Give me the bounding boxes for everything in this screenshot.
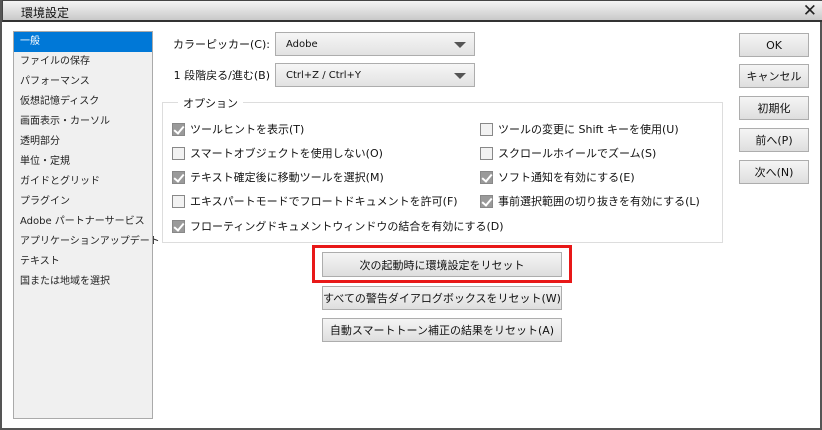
undo-redo-dropdown[interactable]: Ctrl+Z / Ctrl+Y — [275, 63, 475, 87]
checkbox-expert-floating-docs[interactable]: エキスパートモードでフロートドキュメントを許可(F) — [172, 193, 458, 209]
checkbox-checked[interactable] — [480, 194, 493, 208]
checkbox-checked[interactable] — [172, 219, 185, 233]
checkbox-shift-tool-switch[interactable]: ツールの変更に Shift キーを使用(U) — [480, 121, 679, 137]
checkbox-soft-notifications[interactable]: ソフト通知を有効にする(E) — [480, 169, 635, 185]
checkbox-checked[interactable] — [172, 170, 185, 184]
checkbox-label: フローティングドキュメントウィンドウの結合を有効にする(D) — [190, 220, 504, 233]
ok-button[interactable]: OK — [739, 33, 809, 57]
checkbox-unchecked[interactable] — [172, 194, 185, 208]
sidebar-item-transparency[interactable]: 透明部分 — [14, 132, 152, 152]
next-button[interactable]: 次へ(N) — [739, 160, 809, 184]
sidebar-item-general[interactable]: 一般 — [14, 32, 152, 52]
sidebar-item-plugins[interactable]: プラグイン — [14, 192, 152, 212]
checkbox-label: ツールヒントを表示(T) — [190, 123, 305, 136]
checkbox-zoom-scroll-wheel[interactable]: スクロールホイールでズーム(S) — [480, 145, 656, 161]
dialog-title: 環境設定 — [21, 6, 70, 20]
checkbox-select-move-tool[interactable]: テキスト確定後に移動ツールを選択(M) — [172, 169, 384, 185]
checkbox-checked[interactable] — [172, 122, 185, 136]
reset-button[interactable]: 初期化 — [739, 96, 809, 120]
checkbox-checked[interactable] — [480, 170, 493, 184]
checkbox-floating-docking[interactable]: フローティングドキュメントウィンドウの結合を有効にする(D) — [172, 218, 504, 234]
sidebar-item-app-updates[interactable]: アプリケーションアップデート — [14, 232, 160, 252]
reset-preferences-button[interactable]: 次の起動時に環境設定をリセット — [322, 252, 562, 277]
reset-smart-tone-button[interactable]: 自動スマートトーン補正の結果をリセット(A) — [322, 318, 562, 342]
checkbox-label: スクロールホイールでズーム(S) — [498, 147, 657, 160]
title-bar: 環境設定 ✕ — [2, 0, 822, 22]
close-icon[interactable]: ✕ — [803, 1, 817, 21]
preferences-dialog: 環境設定 ✕ 一般 ファイルの保存 パフォーマンス 仮想記憶ディスク 画面表示・… — [0, 0, 822, 430]
checkbox-label: ソフト通知を有効にする(E) — [498, 171, 635, 184]
checkbox-label: ツールの変更に Shift キーを使用(U) — [498, 123, 679, 136]
category-list[interactable]: 一般 ファイルの保存 パフォーマンス 仮想記憶ディスク 画面表示・カーソル 透明… — [13, 31, 160, 419]
color-picker-label: カラーピッカー(C): — [173, 38, 270, 51]
checkbox-preselection-crop[interactable]: 事前選択範囲の切り抜きを有効にする(L) — [480, 193, 700, 209]
checkbox-no-smart-objects[interactable]: スマートオブジェクトを使用しない(O) — [172, 145, 383, 161]
checkbox-label: 事前選択範囲の切り抜きを有効にする(L) — [498, 195, 700, 208]
checkbox-label: スマートオブジェクトを使用しない(O) — [190, 147, 383, 160]
undo-redo-value: Ctrl+Z / Ctrl+Y — [286, 70, 362, 81]
cancel-button[interactable]: キャンセル — [739, 64, 809, 88]
color-picker-value: Adobe — [286, 39, 318, 50]
checkbox-label: テキスト確定後に移動ツールを選択(M) — [190, 171, 384, 184]
sidebar-item-guides-grid[interactable]: ガイドとグリッド — [14, 172, 152, 192]
sidebar-item-country-region[interactable]: 国または地域を選択 — [14, 272, 152, 292]
reset-warnings-button[interactable]: すべての警告ダイアログボックスをリセット(W) — [322, 286, 562, 310]
color-picker-dropdown[interactable]: Adobe — [275, 32, 475, 56]
sidebar-item-performance[interactable]: パフォーマンス — [14, 72, 152, 92]
sidebar-item-saving-files[interactable]: ファイルの保存 — [14, 52, 152, 72]
checkbox-unchecked[interactable] — [480, 122, 493, 136]
sidebar-item-display-cursors[interactable]: 画面表示・カーソル — [14, 112, 152, 132]
sidebar-item-scratch-disks[interactable]: 仮想記憶ディスク — [14, 92, 152, 112]
checkbox-unchecked[interactable] — [172, 146, 185, 160]
options-legend: オプション — [178, 95, 243, 111]
undo-redo-label: 1 段階戻る/進む(B) — [173, 69, 270, 82]
sidebar-item-type[interactable]: テキスト — [14, 252, 152, 272]
checkbox-unchecked[interactable] — [480, 146, 493, 160]
checkbox-show-tooltips[interactable]: ツールヒントを表示(T) — [172, 121, 304, 137]
chevron-down-icon — [454, 42, 466, 48]
checkbox-label: エキスパートモードでフロートドキュメントを許可(F) — [190, 195, 458, 208]
sidebar-item-adobe-partner-services[interactable]: Adobe パートナーサービス — [14, 212, 152, 232]
prev-button[interactable]: 前へ(P) — [739, 128, 809, 152]
chevron-down-icon — [454, 73, 466, 79]
sidebar-item-units-rulers[interactable]: 単位・定規 — [14, 152, 152, 172]
